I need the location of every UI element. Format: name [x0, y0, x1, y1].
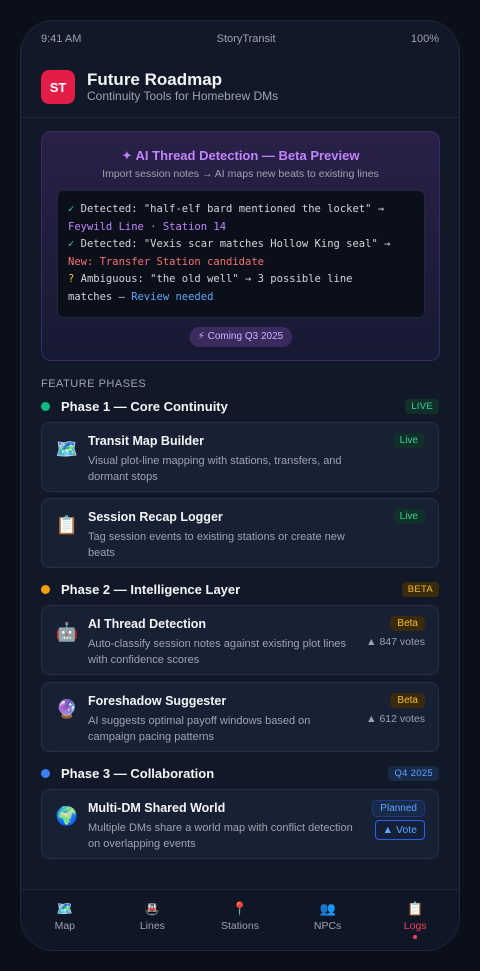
- feature-title: AI Thread Detection: [88, 617, 207, 631]
- phase-header-3: Phase 3 — Collaboration Q4 2025: [41, 764, 439, 782]
- tab-label: NPCs: [313, 920, 342, 932]
- detection-line: ? Ambiguous: "the old well" → 3 possible…: [68, 273, 353, 285]
- status-badge: Planned: [372, 800, 425, 817]
- feature-description: Multiple DMs share a world map with conf…: [88, 822, 353, 850]
- feature-card[interactable]: 🤖 AI Thread Detection Auto-classify sess…: [41, 605, 439, 675]
- map-icon: 🗺️: [55, 439, 79, 459]
- feature-description: Auto-classify session notes against exis…: [88, 638, 347, 666]
- status-badge: Beta: [390, 693, 425, 708]
- metro-icon: 🚇: [144, 901, 161, 916]
- ai-preview-card: ✦ AI Thread Detection — Beta Preview Imp…: [41, 131, 440, 361]
- feature-description: Visual plot-line mapping with stations, …: [88, 455, 342, 483]
- detection-line: ✓ Detected: "half-elf bard mentioned the…: [68, 203, 385, 215]
- detection-line: ✓ Detected: "Vexis scar matches Hollow K…: [68, 238, 391, 250]
- vote-button[interactable]: ▲ Vote: [374, 820, 425, 840]
- tab-lines[interactable]: 🚇 Lines: [109, 890, 197, 950]
- vote-count[interactable]: ▲ 612 votes: [366, 713, 425, 725]
- phase-title: Phase 3 — Collaboration: [61, 765, 215, 781]
- phase-dot: [41, 768, 50, 778]
- feature-title: Foreshadow Suggester: [88, 694, 227, 708]
- page-header: ST Future Roadmap Continuity Tools for H…: [41, 69, 439, 105]
- active-tab-indicator: [413, 935, 418, 939]
- section-label: FEATURE PHASES: [41, 378, 147, 390]
- bottom-tab-bar: 🗺️ Map 🚇 Lines 📍 Stations 👥 NPCs 📋 Logs: [21, 889, 459, 950]
- robot-icon: 🤖: [55, 622, 79, 642]
- feature-card[interactable]: 🔮 Foreshadow Suggester AI suggests optim…: [41, 682, 439, 752]
- feature-title: Session Recap Logger: [88, 510, 223, 524]
- page-subtitle: Continuity Tools for Homebrew DMs: [87, 89, 279, 103]
- phase-dot: [41, 584, 50, 594]
- status-badge: Live: [392, 509, 425, 524]
- people-icon: 👥: [319, 901, 336, 916]
- vote-count[interactable]: ▲ 847 votes: [366, 636, 425, 648]
- clipboard-icon: 📋: [407, 901, 424, 916]
- status-time: 9:41 AM: [41, 33, 82, 45]
- status-bar: 9:41 AM StoryTransit 100%: [41, 33, 439, 47]
- detection-result: New: Transfer Station candidate: [68, 255, 264, 268]
- tab-label: Logs: [403, 920, 427, 932]
- feature-card[interactable]: 🗺️ Transit Map Builder Visual plot-line …: [41, 422, 439, 492]
- tab-label: Stations: [221, 920, 259, 932]
- phase-dot: [41, 401, 50, 411]
- app-logo: ST: [41, 70, 75, 104]
- tab-map[interactable]: 🗺️ Map: [21, 890, 109, 950]
- map-icon: 🗺️: [56, 901, 73, 916]
- feature-card[interactable]: 📋 Session Recap Logger Tag session event…: [41, 498, 439, 568]
- status-app-name: StoryTransit: [216, 33, 276, 45]
- feature-description: AI suggests optimal payoff windows based…: [88, 715, 311, 743]
- status-battery: 100%: [410, 33, 439, 45]
- ai-detection-log: ✓ Detected: "half-elf bard mentioned the…: [57, 190, 425, 318]
- globe-icon: 🌍: [55, 806, 79, 826]
- feature-title: Multi-DM Shared World: [88, 801, 226, 815]
- phase-header-1: Phase 1 — Core Continuity LIVE: [41, 397, 439, 415]
- pin-icon: 📍: [231, 901, 249, 916]
- feature-title: Transit Map Builder: [88, 434, 204, 448]
- phase-status-badge: Q4 2025: [388, 765, 439, 781]
- phase-status-badge: LIVE: [405, 398, 439, 414]
- phone-frame: 9:41 AM StoryTransit 100% ST Future Road…: [20, 20, 460, 951]
- detection-result: Feywild Line · Station 14: [68, 220, 227, 233]
- tab-label: Map: [54, 920, 76, 932]
- coming-soon-badge: ⚡ Coming Q3 2025: [188, 327, 293, 347]
- phase-title: Phase 1 — Core Continuity: [61, 398, 228, 414]
- tab-logs[interactable]: 📋 Logs: [371, 890, 459, 950]
- review-needed-link[interactable]: Review needed: [131, 291, 213, 303]
- clipboard-icon: 📋: [55, 515, 79, 535]
- crystal-ball-icon: 🔮: [55, 699, 79, 719]
- page-title: Future Roadmap: [87, 70, 223, 89]
- phase-header-2: Phase 2 — Intelligence Layer BETA: [41, 580, 439, 598]
- feature-description: Tag session events to existing stations …: [88, 531, 345, 559]
- header-divider: [21, 117, 459, 118]
- tab-npcs[interactable]: 👥 NPCs: [284, 890, 372, 950]
- phase-status-badge: BETA: [401, 581, 439, 597]
- status-badge: Live: [392, 433, 425, 448]
- detection-result: matches — Review needed: [68, 290, 214, 303]
- feature-card[interactable]: 🌍 Multi-DM Shared World Multiple DMs sha…: [41, 789, 439, 859]
- tab-label: Lines: [139, 920, 165, 932]
- ai-preview-title: ✦ AI Thread Detection — Beta Preview: [121, 148, 360, 163]
- ai-preview-subtitle: Import session notes → AI maps new beats…: [102, 168, 379, 180]
- phase-title: Phase 2 — Intelligence Layer: [61, 581, 241, 597]
- status-badge: Beta: [390, 616, 425, 631]
- tab-stations[interactable]: 📍 Stations: [196, 890, 284, 950]
